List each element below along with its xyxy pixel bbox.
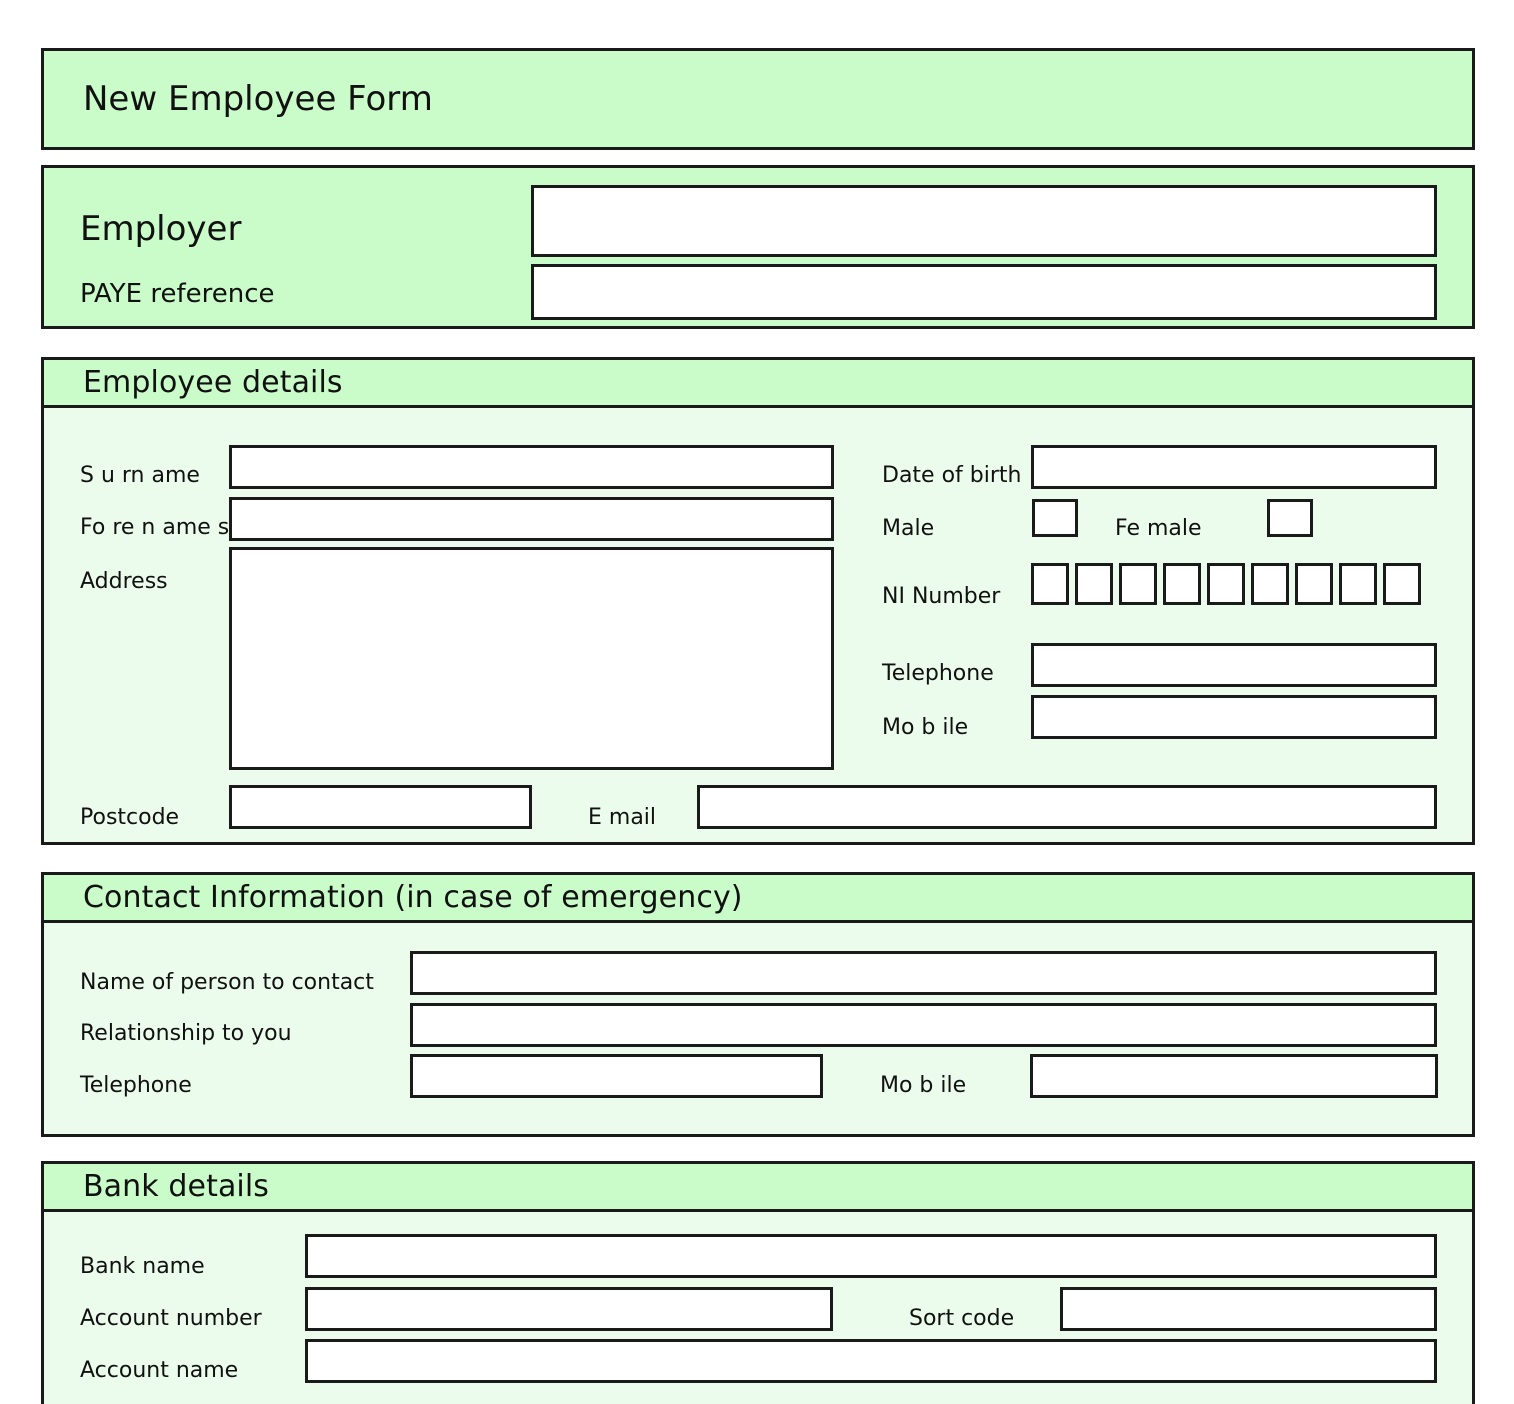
paye-reference-label: PAYE reference bbox=[80, 279, 275, 309]
contact-name-label: Name of person to contact bbox=[80, 970, 374, 995]
date-of-birth-label: Date of birth bbox=[882, 463, 1022, 488]
account-number-label: Account number bbox=[80, 1306, 262, 1331]
form-title-block: New Employee Form bbox=[41, 48, 1475, 150]
contact-name-input[interactable] bbox=[410, 951, 1437, 995]
contact-information-title: Contact Information (in case of emergenc… bbox=[83, 880, 743, 915]
forenames-label: Fo re n ame s bbox=[80, 515, 230, 540]
ni-number-cell[interactable] bbox=[1207, 563, 1245, 605]
bank-details-title: Bank details bbox=[83, 1169, 270, 1204]
employee-details-title: Employee details bbox=[83, 365, 343, 400]
employee-mobile-input[interactable] bbox=[1031, 695, 1437, 739]
ni-number-cell[interactable] bbox=[1339, 563, 1377, 605]
employer-section: Employer PAYE reference bbox=[41, 165, 1475, 329]
male-checkbox[interactable] bbox=[1032, 499, 1078, 537]
new-employee-form-page: New Employee Form Employer PAYE referenc… bbox=[0, 0, 1514, 1404]
employee-details-band: Employee details bbox=[44, 360, 1472, 408]
contact-mobile-label: Mo b ile bbox=[880, 1073, 967, 1098]
ni-number-cell[interactable] bbox=[1119, 563, 1157, 605]
email-input[interactable] bbox=[697, 785, 1437, 829]
male-label: Male bbox=[882, 516, 935, 541]
contact-mobile-input[interactable] bbox=[1030, 1054, 1438, 1098]
address-label: Address bbox=[80, 569, 168, 594]
ni-number-cell[interactable] bbox=[1383, 563, 1421, 605]
account-name-label: Account name bbox=[80, 1358, 239, 1383]
employee-telephone-input[interactable] bbox=[1031, 643, 1437, 687]
contact-telephone-input[interactable] bbox=[410, 1054, 823, 1098]
employee-mobile-label: Mo b ile bbox=[882, 715, 969, 740]
surname-input[interactable] bbox=[229, 445, 834, 489]
female-checkbox[interactable] bbox=[1267, 499, 1313, 537]
bank-name-input[interactable] bbox=[305, 1234, 1437, 1278]
contact-information-band: Contact Information (in case of emergenc… bbox=[44, 875, 1472, 923]
date-of-birth-input[interactable] bbox=[1031, 445, 1437, 489]
ni-number-cell[interactable] bbox=[1295, 563, 1333, 605]
paye-reference-input[interactable] bbox=[531, 264, 1437, 320]
postcode-label: Postcode bbox=[80, 805, 180, 830]
bank-name-label: Bank name bbox=[80, 1254, 205, 1279]
forenames-input[interactable] bbox=[229, 497, 834, 541]
bank-details-band: Bank details bbox=[44, 1164, 1472, 1212]
employer-name-input[interactable] bbox=[531, 185, 1437, 257]
page-title: New Employee Form bbox=[83, 79, 433, 119]
employee-telephone-label: Telephone bbox=[882, 661, 994, 686]
ni-number-cell[interactable] bbox=[1251, 563, 1289, 605]
email-label: E mail bbox=[588, 805, 657, 830]
surname-label: S u rn ame bbox=[80, 463, 200, 488]
ni-number-cell[interactable] bbox=[1075, 563, 1113, 605]
account-number-input[interactable] bbox=[305, 1287, 833, 1331]
employer-heading: Employer bbox=[80, 209, 242, 249]
address-textarea[interactable] bbox=[229, 547, 834, 770]
contact-telephone-label: Telephone bbox=[80, 1073, 192, 1098]
contact-information-section: Contact Information (in case of emergenc… bbox=[41, 872, 1475, 1137]
sort-code-label: Sort code bbox=[909, 1306, 1015, 1331]
ni-number-cell[interactable] bbox=[1031, 563, 1069, 605]
sort-code-input[interactable] bbox=[1060, 1287, 1437, 1331]
contact-relationship-label: Relationship to you bbox=[80, 1021, 292, 1046]
ni-number-cell[interactable] bbox=[1163, 563, 1201, 605]
postcode-input[interactable] bbox=[229, 785, 532, 829]
ni-number-label: NI Number bbox=[882, 584, 1001, 609]
ni-number-boxes[interactable] bbox=[1031, 563, 1421, 605]
account-name-input[interactable] bbox=[305, 1339, 1437, 1383]
bank-details-section: Bank details Bank name Account number So… bbox=[41, 1161, 1475, 1404]
employee-details-section: Employee details S u rn ame Fo re n ame … bbox=[41, 357, 1475, 845]
female-label: Fe male bbox=[1115, 516, 1202, 541]
contact-relationship-input[interactable] bbox=[410, 1003, 1437, 1047]
